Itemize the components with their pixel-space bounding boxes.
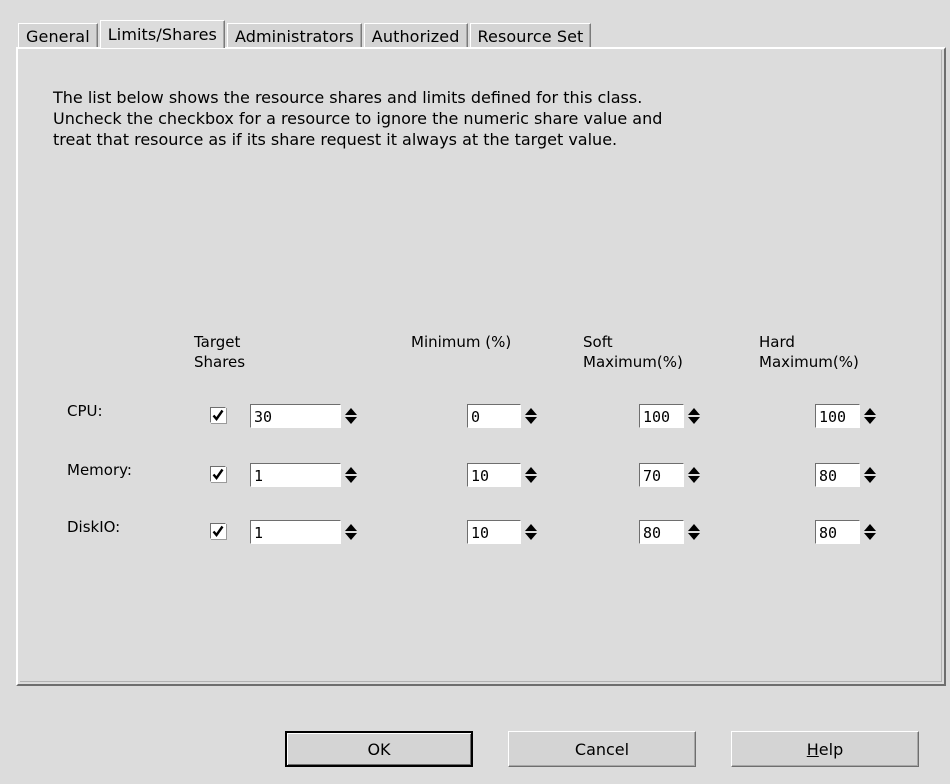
description-line-3: treat that resource as if its share requ… <box>53 130 618 149</box>
description-line-2: Uncheck the checkbox for a resource to i… <box>53 109 663 128</box>
tab-general[interactable]: General <box>18 23 98 48</box>
spinner-arrows-icon[interactable] <box>684 520 704 544</box>
ok-button[interactable]: OK <box>285 731 473 767</box>
diskio-target-shares-input[interactable] <box>250 520 341 544</box>
cpu-enable-checkbox[interactable] <box>210 407 226 423</box>
memory-minimum-input[interactable] <box>467 463 521 487</box>
row-label-memory: Memory: <box>67 461 132 479</box>
spinner-arrows-icon[interactable] <box>521 463 541 487</box>
spinner-arrows-icon[interactable] <box>860 404 880 428</box>
cancel-button[interactable]: Cancel <box>508 731 696 767</box>
tab-authorized[interactable]: Authorized <box>363 23 468 48</box>
spinner-arrows-icon[interactable] <box>521 520 541 544</box>
spinner-arrows-icon[interactable] <box>521 404 541 428</box>
diskio-minimum-input[interactable] <box>467 520 521 544</box>
diskio-hard-maximum-input[interactable] <box>815 520 860 544</box>
cpu-hard-maximum-input[interactable] <box>815 404 860 428</box>
checkmark-icon <box>212 409 224 421</box>
spinner-arrows-icon[interactable] <box>684 463 704 487</box>
memory-target-shares-spinner[interactable] <box>250 463 361 487</box>
row-label-diskio: DiskIO: <box>67 518 121 536</box>
column-header-target-line2: Shares <box>194 353 246 371</box>
column-header-hard-line1: Hard <box>759 333 795 351</box>
spinner-arrows-icon[interactable] <box>341 520 361 544</box>
checkmark-icon <box>212 468 224 480</box>
column-header-soft-line2: Maximum(%) <box>583 353 683 371</box>
column-header-target-shares: Target Shares <box>194 332 245 372</box>
cpu-target-shares-input[interactable] <box>250 404 341 428</box>
tab-administrators[interactable]: Administrators <box>226 23 362 48</box>
memory-soft-maximum-spinner[interactable] <box>639 463 704 487</box>
column-header-hard-maximum: Hard Maximum(%) <box>759 332 859 372</box>
diskio-hard-maximum-spinner[interactable] <box>815 520 880 544</box>
column-header-hard-line2: Maximum(%) <box>759 353 859 371</box>
cpu-minimum-spinner[interactable] <box>467 404 541 428</box>
tab-resource-set[interactable]: Resource Set <box>469 23 592 48</box>
column-header-soft-line1: Soft <box>583 333 613 351</box>
diskio-target-shares-spinner[interactable] <box>250 520 361 544</box>
cpu-minimum-input[interactable] <box>467 404 521 428</box>
column-header-soft-maximum: Soft Maximum(%) <box>583 332 683 372</box>
class-properties-dialog: General Limits/Shares Administrators Aut… <box>0 0 950 784</box>
column-header-minimum: Minimum (%) <box>411 333 512 351</box>
cpu-hard-maximum-spinner[interactable] <box>815 404 880 428</box>
diskio-soft-maximum-spinner[interactable] <box>639 520 704 544</box>
tab-limits-shares[interactable]: Limits/Shares <box>99 20 225 48</box>
limits-shares-panel: The list below shows the resource shares… <box>16 47 946 686</box>
spinner-arrows-icon[interactable] <box>860 463 880 487</box>
spinner-arrows-icon[interactable] <box>860 520 880 544</box>
spinner-arrows-icon[interactable] <box>684 404 704 428</box>
description-line-1: The list below shows the resource shares… <box>53 88 643 107</box>
checkmark-icon <box>212 525 224 537</box>
memory-enable-checkbox[interactable] <box>210 466 226 482</box>
help-button-label: elp <box>818 739 844 759</box>
panel-inner: The list below shows the resource shares… <box>20 50 942 682</box>
spinner-arrows-icon[interactable] <box>341 463 361 487</box>
cpu-soft-maximum-spinner[interactable] <box>639 404 704 428</box>
memory-hard-maximum-spinner[interactable] <box>815 463 880 487</box>
description-text: The list below shows the resource shares… <box>53 87 662 150</box>
diskio-enable-checkbox[interactable] <box>210 523 226 539</box>
help-button-mnemonic: H <box>806 739 819 759</box>
spinner-arrows-icon[interactable] <box>341 404 361 428</box>
tab-bar: General Limits/Shares Administrators Aut… <box>18 20 593 48</box>
diskio-soft-maximum-input[interactable] <box>639 520 684 544</box>
memory-minimum-spinner[interactable] <box>467 463 541 487</box>
cpu-soft-maximum-input[interactable] <box>639 404 684 428</box>
help-button[interactable]: Help <box>731 731 919 767</box>
memory-target-shares-input[interactable] <box>250 463 341 487</box>
column-header-target-line1: Target <box>194 333 241 351</box>
diskio-minimum-spinner[interactable] <box>467 520 541 544</box>
row-label-cpu: CPU: <box>67 402 103 420</box>
memory-hard-maximum-input[interactable] <box>815 463 860 487</box>
memory-soft-maximum-input[interactable] <box>639 463 684 487</box>
cpu-target-shares-spinner[interactable] <box>250 404 361 428</box>
